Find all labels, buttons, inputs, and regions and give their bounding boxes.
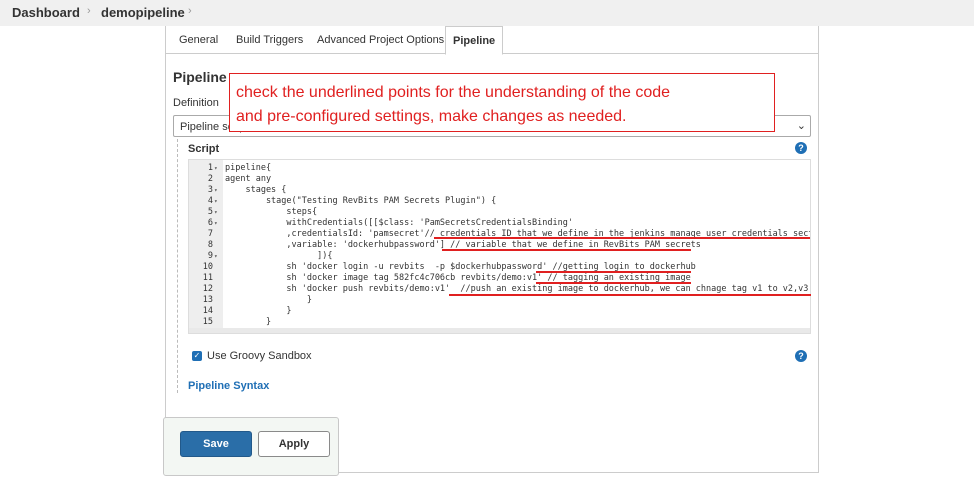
pipeline-syntax-link[interactable]: Pipeline Syntax [188, 380, 269, 392]
tab-build-triggers[interactable]: Build Triggers [236, 34, 303, 46]
code-text: } [225, 306, 292, 316]
annotation-underline [442, 249, 691, 251]
horizontal-scrollbar[interactable] [189, 328, 810, 333]
config-tabs: General Build Triggers Advanced Project … [166, 26, 818, 55]
annotation-text-line-2: and pre-configured settings, make change… [236, 108, 627, 125]
line-number: 8 [207, 240, 213, 250]
chevron-right-icon[interactable]: › [188, 5, 192, 17]
fold-arrow-icon[interactable]: ▾ [214, 163, 218, 174]
question-circle-icon[interactable]: ? [795, 350, 807, 362]
groovy-sandbox-label: Use Groovy Sandbox [207, 350, 312, 362]
line-number: 15 [202, 317, 213, 327]
code-text: } [225, 317, 272, 327]
line-number: 10 [202, 262, 213, 272]
annotation-underline [536, 282, 691, 284]
line-number: 11 [202, 273, 213, 283]
annotation-underline [449, 294, 811, 296]
chevron-right-icon[interactable]: › [87, 5, 91, 17]
line-number: 5 [207, 207, 213, 217]
code-text: pipeline{ [225, 163, 272, 173]
annotation-callout: check the underlined points for the unde… [229, 73, 775, 132]
tab-pipeline[interactable]: Pipeline [445, 26, 504, 55]
line-number: 3 [207, 185, 213, 195]
definition-label: Definition [173, 97, 219, 109]
tab-advanced-project-options[interactable]: Advanced Project Options [317, 34, 444, 46]
line-number: 12 [202, 284, 213, 294]
fold-arrow-icon[interactable]: ▾ [214, 218, 218, 229]
code-text: withCredentials([[$class: 'PamSecretsCre… [225, 218, 573, 228]
annotation-text-line-1: check the underlined points for the unde… [236, 84, 671, 101]
fold-arrow-icon[interactable]: ▾ [214, 251, 218, 262]
apply-button[interactable]: Apply [258, 431, 330, 457]
line-number: 1 [207, 163, 213, 173]
line-number: 13 [202, 295, 213, 305]
fold-arrow-icon[interactable]: ▾ [214, 185, 218, 196]
chevron-down-icon: ⌄ [796, 120, 806, 132]
code-text: } [225, 295, 312, 305]
fold-arrow-icon[interactable]: ▾ [214, 207, 218, 218]
code-text: steps{ [225, 207, 318, 217]
section-title: Pipeline [173, 69, 227, 85]
line-number: 9 [207, 251, 213, 261]
code-text: stages { [225, 185, 287, 195]
script-label: Script [188, 143, 220, 155]
code-text: stage("Testing RevBits PAM Secrets Plugi… [225, 196, 497, 206]
line-number: 2 [207, 174, 213, 184]
question-circle-icon[interactable]: ? [795, 142, 807, 154]
groovy-sandbox-checkbox[interactable]: ✓ [192, 351, 202, 361]
script-group-line [177, 139, 178, 393]
code-text: ]){ [225, 251, 333, 261]
line-number: 7 [207, 229, 213, 239]
save-button[interactable]: Save [180, 431, 252, 457]
script-editor[interactable]: 1 ▾ pipeline{2 agent any 3 ▾ stages {4 ▾ stage… [188, 159, 811, 334]
tab-general[interactable]: General [179, 34, 218, 46]
line-number: 4 [207, 196, 213, 206]
annotation-underline [536, 271, 691, 273]
breadcrumb-demopipeline[interactable]: demopipeline [101, 5, 185, 20]
breadcrumb: Dashboard › demopipeline › [0, 0, 974, 26]
annotation-underline [434, 237, 810, 239]
form-button-bar: Save Apply [163, 417, 339, 476]
line-number: 6 [207, 218, 213, 228]
breadcrumb-dashboard[interactable]: Dashboard [12, 5, 80, 20]
code-text: agent any [225, 174, 272, 184]
fold-arrow-icon[interactable]: ▾ [214, 196, 218, 207]
line-number: 14 [202, 306, 213, 316]
